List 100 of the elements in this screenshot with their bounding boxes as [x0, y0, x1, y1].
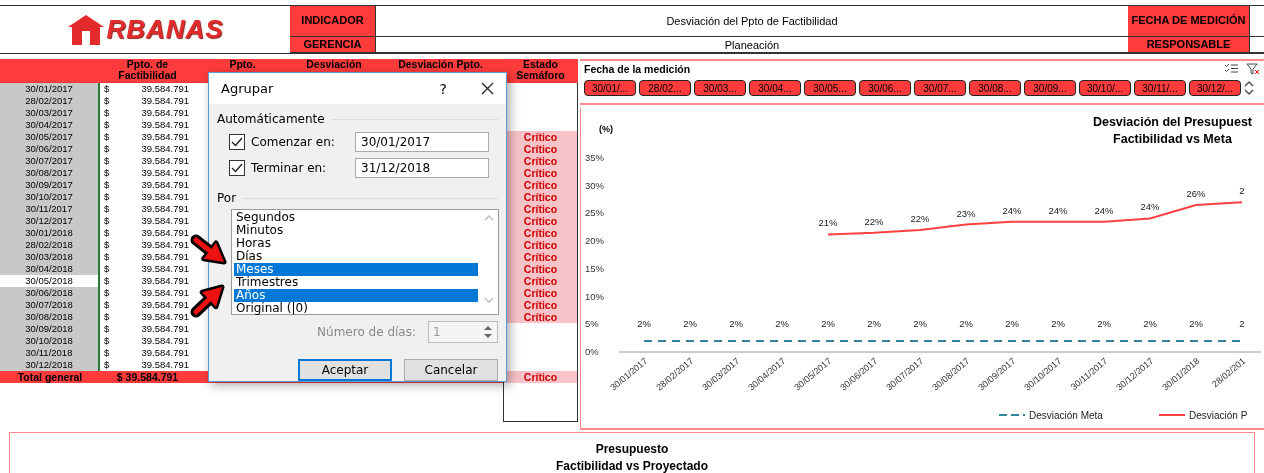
date-cell[interactable]: 30/11/2018	[0, 347, 100, 359]
date-cell[interactable]: 30/01/2017	[0, 83, 100, 95]
amount-value: 39.584.791	[141, 131, 189, 143]
amount-value: 39.584.791	[141, 239, 189, 251]
column-header: Estado Semáforo	[503, 59, 578, 83]
tick-label: 20%	[585, 235, 604, 247]
slicer-title: Fecha de la medición	[584, 63, 691, 75]
list-item[interactable]: Segundos	[234, 211, 478, 224]
logo: RBANAS	[106, 14, 224, 45]
currency-symbol: $	[104, 311, 110, 323]
dialog-button[interactable]: Cancelar	[404, 359, 498, 381]
scroll-arrows-icon[interactable]	[1244, 79, 1254, 97]
date-cell[interactable]: 30/12/2017	[0, 215, 100, 227]
header-label: GERENCIA	[290, 37, 376, 53]
date-cell[interactable]: 30/03/2017	[0, 107, 100, 119]
slicer-button[interactable]: 30/06...	[859, 80, 911, 96]
data-label: 24%	[1094, 204, 1114, 216]
slicer-button[interactable]: 30/12/...	[1189, 80, 1241, 96]
slicer-button[interactable]: 28/02...	[639, 80, 691, 96]
data-label: 23%	[956, 207, 976, 219]
date-cell[interactable]: 30/08/2017	[0, 167, 100, 179]
amount-value: 39.584.791	[141, 107, 189, 119]
data-label: 2%	[683, 317, 697, 329]
currency-symbol: $	[104, 191, 110, 203]
checkbox[interactable]	[229, 133, 245, 150]
panel-title: Presupuesto Factibilidad vs Proyectado	[555, 441, 708, 473]
date-cell[interactable]: 30/01/2018	[0, 227, 100, 239]
date-cell[interactable]: 30/06/2018	[0, 287, 100, 299]
slicer-button[interactable]: 30/07...	[914, 80, 966, 96]
currency-symbol: $	[104, 287, 110, 299]
date-cell[interactable]: 30/08/2018	[0, 311, 100, 323]
date-cell[interactable]: 28/02/2018	[0, 239, 100, 251]
date-field[interactable]: 31/12/2018	[355, 157, 489, 178]
list-item[interactable]: Horas	[234, 237, 478, 250]
date-cell[interactable]: 30/04/2017	[0, 119, 100, 131]
date-cell[interactable]: 30/07/2017	[0, 155, 100, 167]
amount-value: 39.584.791	[141, 323, 189, 335]
date-cell[interactable]: 30/09/2018	[0, 323, 100, 335]
multi-select-icon[interactable]	[1224, 63, 1238, 74]
data-label: 2%	[867, 317, 881, 329]
currency-symbol: $	[104, 275, 110, 287]
clear-filter-icon[interactable]	[1246, 63, 1260, 75]
list-item[interactable]: Años	[234, 289, 478, 302]
date-cell[interactable]: 30/05/2017	[0, 131, 100, 143]
status-cell: Crítico	[503, 371, 578, 383]
axis-label: (%)	[599, 124, 613, 134]
date-cell[interactable]: 30/04/2018	[0, 263, 100, 275]
slicer-button[interactable]: 30/08...	[969, 80, 1021, 96]
help-button[interactable]: ?	[439, 80, 447, 97]
currency-symbol: $	[104, 239, 110, 251]
date-cell[interactable]: 30/06/2017	[0, 143, 100, 155]
currency-symbol: $	[104, 347, 110, 359]
interval-list[interactable]: Segundos Minutos Horas Días Meses Trimestres Años Original (|0)	[231, 209, 499, 315]
field-label: Comenzar en:	[251, 134, 336, 149]
data-label: 21%	[818, 217, 838, 229]
list-item[interactable]: Meses	[234, 263, 478, 276]
slicer-button[interactable]: 30/09...	[1024, 80, 1076, 96]
slicer-button[interactable]: 30/05...	[804, 80, 856, 96]
slicer-button[interactable]: 30/03...	[694, 80, 746, 96]
list-item[interactable]: Días	[234, 250, 478, 263]
data-label: 2%	[1051, 317, 1065, 329]
date-cell[interactable]: 30/11/2017	[0, 203, 100, 215]
currency-symbol: $	[104, 167, 110, 179]
amount-value: 39.584.791	[141, 263, 189, 275]
currency-symbol: $	[104, 359, 110, 371]
currency-symbol: $	[104, 263, 110, 275]
slicer-button[interactable]: 30/04...	[749, 80, 801, 96]
checkbox[interactable]	[229, 159, 245, 176]
date-field[interactable]: 30/01/2017	[355, 131, 489, 152]
data-label: 2%	[821, 317, 835, 329]
currency-symbol: $	[104, 83, 110, 95]
currency-symbol: $	[104, 251, 110, 263]
list-item[interactable]: Original (|0)	[234, 302, 478, 315]
section-label: Por	[217, 191, 237, 205]
currency-symbol: $	[104, 203, 110, 215]
slicer-button[interactable]: 30/11/...	[1134, 80, 1186, 96]
slicer-button[interactable]: 30/01/...	[584, 80, 636, 96]
currency-symbol: $	[104, 335, 110, 347]
date-cell[interactable]: 30/03/2018	[0, 251, 100, 263]
amount-value: 39.584.791	[141, 347, 189, 359]
date-cell[interactable]: 28/02/2017	[0, 95, 100, 107]
data-label: 2%	[1143, 317, 1157, 329]
slicer-button[interactable]: 30/10/...	[1079, 80, 1131, 96]
date-cell[interactable]: 30/07/2018	[0, 299, 100, 311]
close-icon[interactable]	[481, 82, 494, 95]
amount-value: 39.584.791	[141, 191, 189, 203]
tick-label: 10%	[585, 290, 604, 302]
currency-symbol: $	[104, 179, 110, 191]
data-label: 2%	[729, 317, 743, 329]
list-item[interactable]: Trimestres	[234, 276, 478, 289]
data-label: 2	[1239, 317, 1245, 329]
date-cell[interactable]: 30/10/2018	[0, 335, 100, 347]
data-label: 2%	[1097, 317, 1111, 329]
data-label: 2%	[959, 317, 973, 329]
dialog-button[interactable]: Aceptar	[298, 359, 392, 381]
list-item[interactable]: Minutos	[234, 224, 478, 237]
date-cell[interactable]: 30/10/2017	[0, 191, 100, 203]
date-cell[interactable]: 30/12/2018	[0, 359, 100, 371]
date-cell[interactable]: 30/09/2017	[0, 179, 100, 191]
amount-value: 39.584.791	[141, 227, 189, 239]
